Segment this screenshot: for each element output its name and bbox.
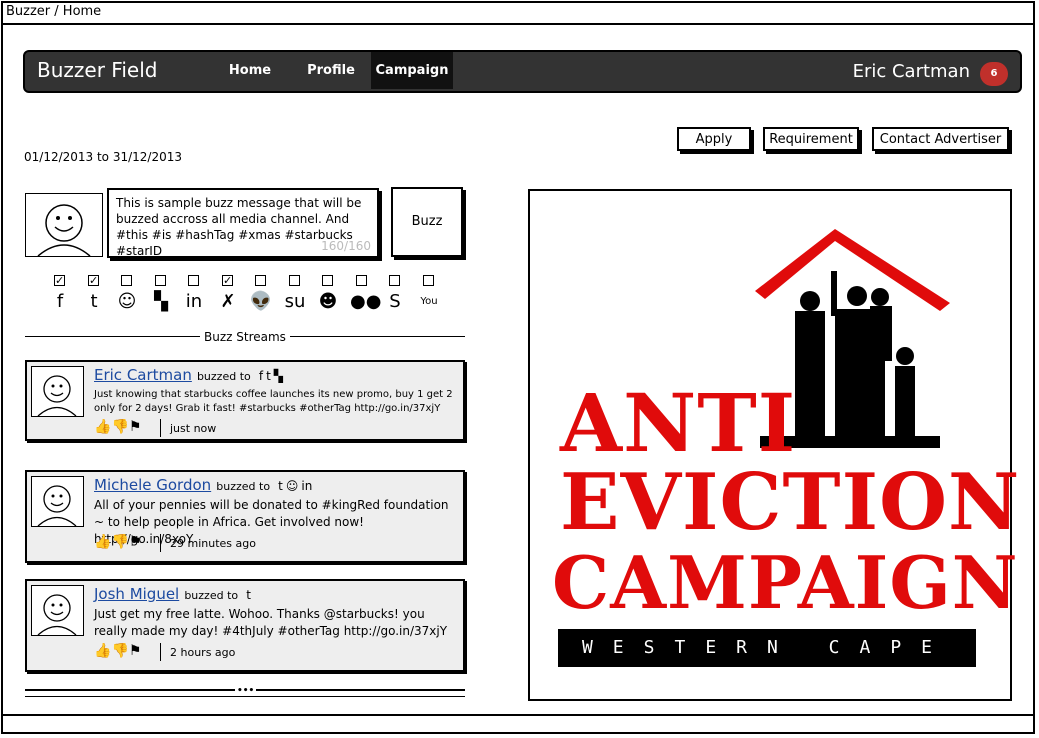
apply-button[interactable]: Apply — [677, 127, 751, 151]
user-placeholder-icon — [37, 485, 77, 527]
twitter-icon: t — [90, 291, 98, 312]
campaign-line-3: CAMPAIGN — [552, 540, 1019, 625]
stream-time: 29 minutes ago — [170, 537, 256, 550]
linkedin-icon: in — [301, 479, 313, 493]
flag-icon[interactable]: ⚑ — [129, 419, 142, 435]
date-range: 01/12/2013 to 31/12/2013 — [24, 150, 183, 164]
nav-profile[interactable]: Profile — [300, 52, 362, 89]
like-icon[interactable]: 👍 — [94, 419, 111, 435]
campaign-line-1: ANTI — [560, 376, 797, 470]
stumbleupon-checkbox[interactable] — [289, 275, 300, 286]
action-divider — [160, 534, 161, 552]
footer-divider — [3, 714, 1033, 716]
streams-heading: Buzz Streams — [200, 330, 290, 344]
brand-logo[interactable]: Buzzer Field — [37, 58, 157, 82]
dislike-icon[interactable]: 👎 — [111, 643, 128, 659]
user-placeholder-icon — [37, 375, 77, 417]
stream-card-2: Michele Gordon buzzed to t ☺ in All of you… — [25, 470, 465, 563]
stream-user-link[interactable]: Michele Gordon — [94, 476, 211, 494]
stream-text: All of your pennies will be donated to #… — [94, 498, 449, 546]
youtube-icon: You — [420, 296, 438, 307]
stream-actions: 👍👎⚑ — [94, 643, 141, 659]
flag-icon[interactable]: ⚑ — [129, 643, 142, 659]
xing-checkbox[interactable]: ✓ — [222, 275, 233, 286]
blogger-icon: ☺ — [117, 291, 137, 312]
buzz-button[interactable]: Buzz — [391, 187, 463, 257]
window-title: Buzzer / Home — [1, 1, 1035, 25]
delicious-checkbox[interactable] — [155, 275, 166, 286]
top-navbar: Buzzer Field Home Profile Campaign Eric … — [23, 50, 1022, 93]
avatar — [31, 585, 84, 636]
user-placeholder-icon — [37, 594, 77, 636]
char-counter: 160/160 — [321, 239, 371, 253]
skype-icon: S — [389, 291, 401, 312]
blogger-checkbox[interactable] — [121, 275, 132, 286]
scroll-separator — [25, 696, 465, 697]
nav-home[interactable]: Home — [220, 52, 280, 89]
user-name[interactable]: Eric Cartman — [853, 61, 970, 82]
facebook-icon: f — [258, 369, 264, 383]
contact-advertiser-button[interactable]: Contact Advertiser — [872, 127, 1009, 151]
stream-user-link[interactable]: Eric Cartman — [94, 366, 192, 384]
buzzed-to-label: buzzed to — [184, 589, 239, 602]
requirement-button[interactable]: Requirement — [763, 127, 859, 151]
blogger-icon: ☺ — [285, 479, 299, 493]
stream-actions: 👍👎⚑ — [94, 534, 141, 550]
stream-actions: 👍👎⚑ — [94, 419, 141, 435]
resize-handle[interactable]: ••• — [235, 687, 257, 696]
dislike-icon[interactable]: 👎 — [111, 534, 128, 550]
flickr-icon: ●● — [350, 291, 382, 312]
delicious-icon: ▚ — [154, 291, 168, 312]
youtube-checkbox[interactable] — [423, 275, 434, 286]
delicious-icon: ▚ — [273, 369, 284, 383]
digg-checkbox[interactable] — [322, 275, 333, 286]
stream-card-3: Josh Miguel buzzed to t Just get my free… — [25, 579, 465, 672]
campaign-line-2: EVICTION — [560, 457, 1021, 548]
reddit-icon: 👽 — [249, 291, 273, 312]
xing-icon: ✗ — [220, 291, 236, 312]
linkedin-checkbox[interactable] — [188, 275, 199, 286]
twitter-icon: t — [246, 588, 251, 602]
notification-badge[interactable]: 6 — [980, 62, 1008, 86]
flag-icon[interactable]: ⚑ — [129, 534, 142, 550]
flickr-checkbox[interactable] — [356, 275, 367, 286]
stream-card-1: Eric Cartman buzzed to f t ▚ Just knowing … — [25, 360, 465, 441]
stream-text: Just get my free latte. Wohoo. Thanks @s… — [94, 607, 448, 638]
facebook-icon: f — [56, 291, 64, 312]
twitter-icon: t — [278, 479, 283, 493]
reddit-checkbox[interactable] — [255, 275, 266, 286]
twitter-icon: t — [266, 369, 271, 383]
avatar — [25, 193, 103, 257]
action-divider — [160, 643, 161, 661]
dislike-icon[interactable]: 👎 — [111, 419, 128, 435]
campaign-image: ANTI EVICTION CAMPAIGN WESTERN CAPE — [528, 189, 1019, 701]
digg-icon: ☻ — [318, 291, 338, 312]
buzz-message-input[interactable]: This is sample buzz message that will be… — [107, 188, 379, 258]
stream-time: 2 hours ago — [170, 646, 236, 659]
linkedin-icon: in — [185, 291, 203, 312]
like-icon[interactable]: 👍 — [94, 643, 111, 659]
facebook-checkbox[interactable]: ✓ — [54, 275, 65, 286]
buzzed-to-label: buzzed to — [196, 370, 251, 383]
stream-text: Just knowing that starbucks coffee launc… — [94, 389, 453, 414]
twitter-checkbox[interactable]: ✓ — [88, 275, 99, 286]
action-divider — [160, 419, 161, 437]
stumbleupon-icon: su — [284, 291, 306, 312]
avatar — [31, 366, 84, 417]
user-placeholder-icon — [37, 204, 91, 257]
stream-user-link[interactable]: Josh Miguel — [94, 585, 179, 603]
buzzed-to-label: buzzed to — [216, 480, 271, 493]
avatar — [31, 476, 84, 527]
like-icon[interactable]: 👍 — [94, 534, 111, 550]
stream-time: just now — [170, 422, 217, 435]
nav-campaign[interactable]: Campaign — [371, 52, 453, 89]
campaign-banner: WESTERN CAPE — [558, 629, 976, 667]
skype-checkbox[interactable] — [389, 275, 400, 286]
